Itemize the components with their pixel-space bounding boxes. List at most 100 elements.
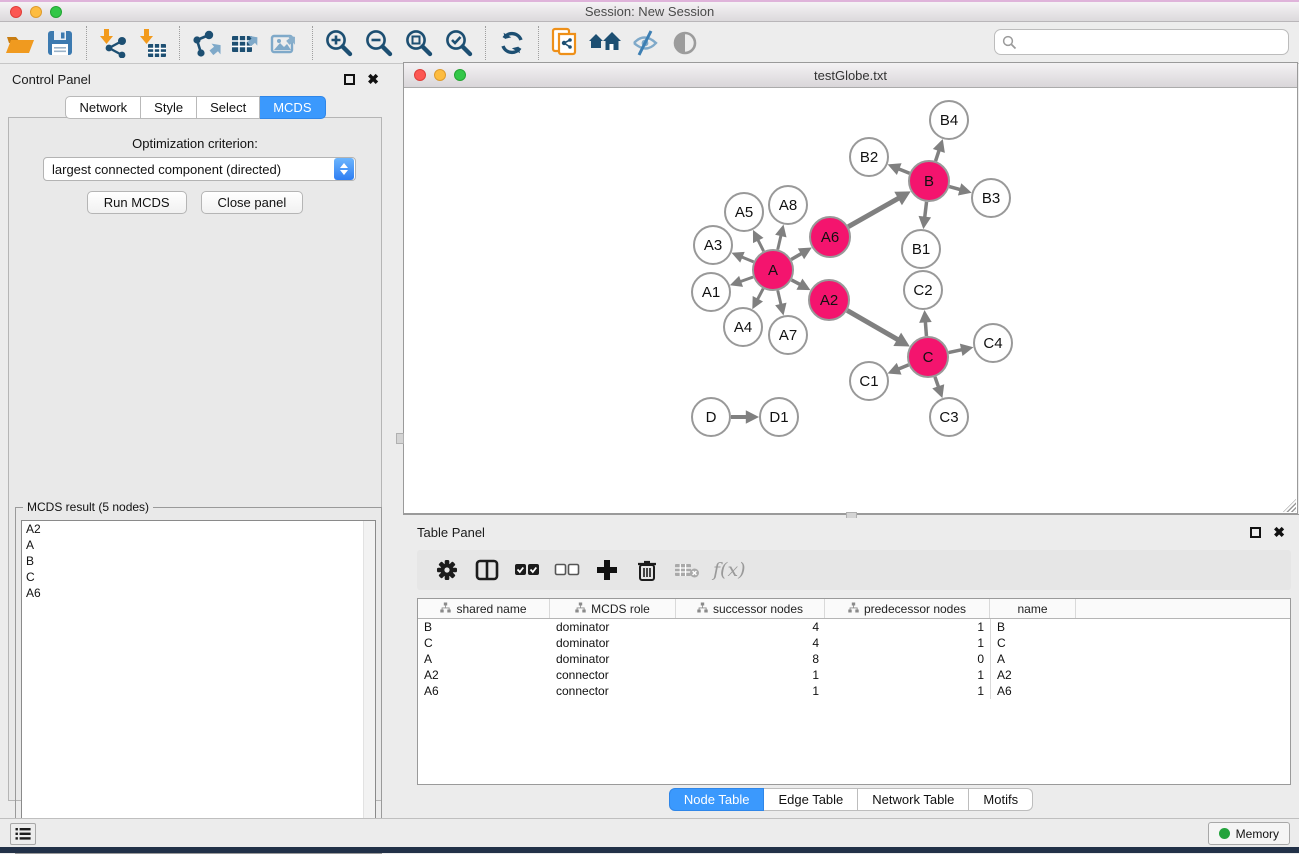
task-history-button[interactable] xyxy=(10,823,36,845)
arrowhead-icon xyxy=(746,410,759,424)
edge-A-A1[interactable] xyxy=(739,277,753,282)
dropdown-stepper-icon xyxy=(334,158,354,180)
edge-A6-B[interactable] xyxy=(848,197,900,226)
column-header-name[interactable]: name xyxy=(990,599,1076,618)
graph-node-B3[interactable]: B3 xyxy=(972,179,1010,217)
result-list-item[interactable]: A xyxy=(22,537,375,553)
save-icon[interactable] xyxy=(40,25,80,61)
column-header-predecessor-nodes[interactable]: predecessor nodes xyxy=(825,599,990,618)
graph-node-C3[interactable]: C3 xyxy=(930,398,968,436)
tab-node-table[interactable]: Node Table xyxy=(669,788,765,811)
network-graph[interactable]: B4 B2 B B3 A5A8A6 A3 B1 A A1 C2 A2 A4A7 C4 C C1 C3 D D1 xyxy=(404,88,1297,513)
graph-node-A5[interactable]: A5 xyxy=(725,193,763,231)
graph-node-D1[interactable]: D1 xyxy=(760,398,798,436)
graph-node-A8[interactable]: A8 xyxy=(769,186,807,224)
table-cell: A2 xyxy=(418,667,550,683)
graph-node-B2[interactable]: B2 xyxy=(850,138,888,176)
import-table-icon[interactable] xyxy=(133,25,173,61)
zoom-fit-icon[interactable] xyxy=(399,25,439,61)
tab-edge-table[interactable]: Edge Table xyxy=(764,788,858,811)
result-list-item[interactable]: C xyxy=(22,569,375,585)
result-list-item[interactable]: A6 xyxy=(22,585,375,601)
graph-node-B[interactable]: B xyxy=(909,161,949,201)
export-image-icon[interactable] xyxy=(266,25,306,61)
edge-A-A5[interactable] xyxy=(757,239,763,251)
refresh-icon[interactable] xyxy=(492,25,532,61)
run-mcds-button[interactable]: Run MCDS xyxy=(87,191,187,214)
graph-node-A1[interactable]: A1 xyxy=(692,273,730,311)
edge-A-A3[interactable] xyxy=(741,257,754,262)
birdseye-icon[interactable] xyxy=(665,25,705,61)
result-list-item[interactable]: A2 xyxy=(22,521,375,537)
graph-node-A[interactable]: A xyxy=(753,250,793,290)
delete-table-icon[interactable] xyxy=(669,554,705,586)
home-icon[interactable] xyxy=(585,25,625,61)
graph-node-A4[interactable]: A4 xyxy=(724,308,762,346)
graph-node-D[interactable]: D xyxy=(692,398,730,436)
export-network-icon[interactable] xyxy=(186,25,226,61)
graph-node-C1[interactable]: C1 xyxy=(850,362,888,400)
graph-node-B4[interactable]: B4 xyxy=(930,101,968,139)
gear-icon[interactable] xyxy=(429,554,465,586)
criterion-dropdown[interactable]: largest connected component (directed) xyxy=(43,157,356,181)
table-row[interactable]: Cdominator41C xyxy=(418,635,1290,651)
graph-node-A7[interactable]: A7 xyxy=(769,316,807,354)
edge-C-C4[interactable] xyxy=(949,349,964,352)
tab-network[interactable]: Network xyxy=(65,96,141,119)
tab-network-table[interactable]: Network Table xyxy=(858,788,969,811)
edge-A-A4[interactable] xyxy=(757,289,763,301)
column-header-successor-nodes[interactable]: successor nodes xyxy=(676,599,825,618)
select-all-icon[interactable] xyxy=(509,554,545,586)
column-header-MCDS-role[interactable]: MCDS role xyxy=(550,599,676,618)
graph-node-C[interactable]: C xyxy=(908,337,948,377)
mcds-result-list[interactable]: A2ABCA6 xyxy=(21,520,376,848)
open-folder-icon[interactable] xyxy=(0,25,40,61)
graph-node-A3[interactable]: A3 xyxy=(694,226,732,264)
float-table-panel-icon[interactable] xyxy=(1250,527,1261,538)
graph-node-A6[interactable]: A6 xyxy=(810,217,850,257)
import-network-icon[interactable] xyxy=(93,25,133,61)
table-row[interactable]: Adominator80A xyxy=(418,651,1290,667)
node-table[interactable]: shared nameMCDS rolesuccessor nodesprede… xyxy=(417,598,1291,785)
clone-network-icon[interactable] xyxy=(545,25,585,61)
edge-B-B1[interactable] xyxy=(925,202,927,219)
search-field[interactable] xyxy=(994,29,1289,55)
export-table-icon[interactable] xyxy=(226,25,266,61)
edge-A2-C[interactable] xyxy=(847,310,899,340)
function-icon[interactable]: f(x) xyxy=(713,559,746,581)
columns-icon[interactable] xyxy=(469,554,505,586)
add-icon[interactable] xyxy=(589,554,625,586)
hide-details-icon[interactable] xyxy=(625,25,665,61)
zoom-selected-icon[interactable] xyxy=(439,25,479,61)
table-row[interactable]: A6connector11A6 xyxy=(418,683,1290,699)
graph-node-C2[interactable]: C2 xyxy=(904,271,942,309)
edge-A-A8[interactable] xyxy=(778,234,782,249)
delete-icon[interactable] xyxy=(629,554,665,586)
edge-C-C2[interactable] xyxy=(925,320,926,336)
graph-node-B1[interactable]: B1 xyxy=(902,230,940,268)
tab-motifs[interactable]: Motifs xyxy=(969,788,1033,811)
zoom-out-icon[interactable] xyxy=(359,25,399,61)
tab-style[interactable]: Style xyxy=(141,96,197,119)
vertical-splitter-handle[interactable] xyxy=(396,433,404,444)
result-list-item[interactable]: B xyxy=(22,553,375,569)
tab-mcds[interactable]: MCDS xyxy=(260,96,325,119)
tab-select[interactable]: Select xyxy=(197,96,260,119)
graph-node-A2[interactable]: A2 xyxy=(809,280,849,320)
float-panel-icon[interactable] xyxy=(344,74,355,85)
scrollbar-track[interactable] xyxy=(363,521,375,847)
zoom-in-icon[interactable] xyxy=(319,25,359,61)
network-canvas[interactable]: B4 B2 B B3 A5A8A6 A3 B1 A A1 C2 A2 A4A7 C4 C C1 C3 D D1 xyxy=(404,88,1297,513)
close-table-panel-icon[interactable]: ✖ xyxy=(1273,527,1285,538)
table-row[interactable]: Bdominator41B xyxy=(418,619,1290,635)
close-panel-icon[interactable]: ✖ xyxy=(367,74,379,85)
memory-button[interactable]: Memory xyxy=(1208,822,1290,845)
deselect-all-icon[interactable] xyxy=(549,554,585,586)
graph-node-C4[interactable]: C4 xyxy=(974,324,1012,362)
table-cell: 1 xyxy=(825,635,990,651)
table-row[interactable]: A2connector11A2 xyxy=(418,667,1290,683)
close-panel-button[interactable]: Close panel xyxy=(201,191,304,214)
column-header-shared-name[interactable]: shared name xyxy=(418,599,550,618)
edge-A-A7[interactable] xyxy=(778,290,782,305)
search-input[interactable] xyxy=(1022,35,1288,50)
